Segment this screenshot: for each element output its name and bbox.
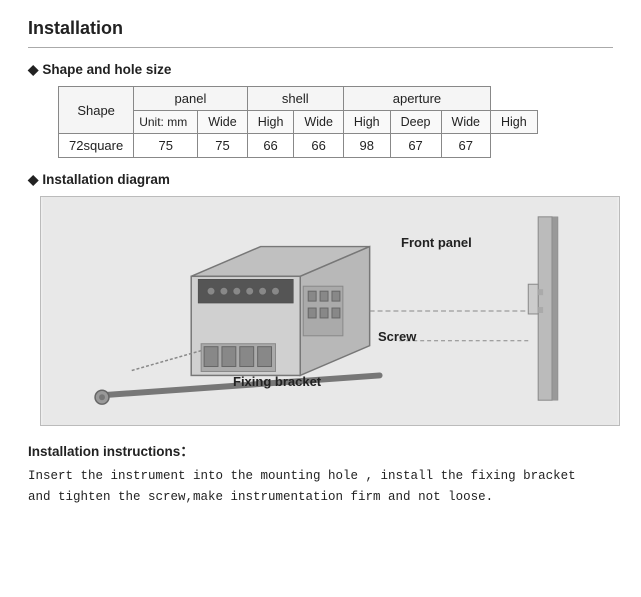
section1-header: Shape and hole size xyxy=(28,62,613,78)
size-table: Shape panel shell aperture Unit: mm Wide… xyxy=(58,86,538,158)
install-text-line1: Insert the instrument into the mounting … xyxy=(28,469,576,483)
col-aperture-wide: Wide xyxy=(441,111,490,134)
section3-text: Insert the instrument into the mounting … xyxy=(28,466,613,509)
col-panel: panel xyxy=(134,87,247,111)
col-panel-wide: Wide xyxy=(198,111,247,134)
cell-shape: 72square xyxy=(59,134,134,158)
page-title: Installation xyxy=(28,18,613,48)
cell-aperture-high: 67 xyxy=(441,134,490,158)
diagram-label-front-panel: Front panel xyxy=(401,235,472,250)
diagram-svg xyxy=(41,197,619,425)
size-table-container: Shape panel shell aperture Unit: mm Wide… xyxy=(58,86,613,158)
cell-panel-high: 75 xyxy=(198,134,247,158)
table-row: 72square 75 75 66 66 98 67 67 xyxy=(59,134,538,158)
cell-shell-wide: 66 xyxy=(247,134,294,158)
col-panel-high: High xyxy=(247,111,294,134)
col-shell-high: High xyxy=(343,111,390,134)
col-shell-wide: Wide xyxy=(294,111,343,134)
section3-header: Installation instructions： xyxy=(28,440,613,460)
cell-aperture-wide: 67 xyxy=(390,134,441,158)
table-header-row: Shape panel shell aperture xyxy=(59,87,538,111)
diagram-label-screw: Screw xyxy=(378,329,416,344)
col-shell: shell xyxy=(247,87,343,111)
col-shape: Shape xyxy=(59,87,134,134)
install-text-line2: and tighten the screw,make instrumentati… xyxy=(28,490,493,504)
col-aperture-high: High xyxy=(491,111,538,134)
diagram-label-fixing-bracket: Fixing bracket xyxy=(233,374,321,389)
col-unit: Unit: mm xyxy=(134,111,198,134)
col-aperture-deep: Deep xyxy=(390,111,441,134)
cell-aperture-deep: 98 xyxy=(343,134,390,158)
col-aperture: aperture xyxy=(343,87,490,111)
installation-diagram: Front panel Screw Fixing bracket xyxy=(40,196,620,426)
section2-header: Installation diagram xyxy=(28,172,613,188)
cell-panel-wide: 75 xyxy=(134,134,198,158)
cell-shell-high: 66 xyxy=(294,134,343,158)
